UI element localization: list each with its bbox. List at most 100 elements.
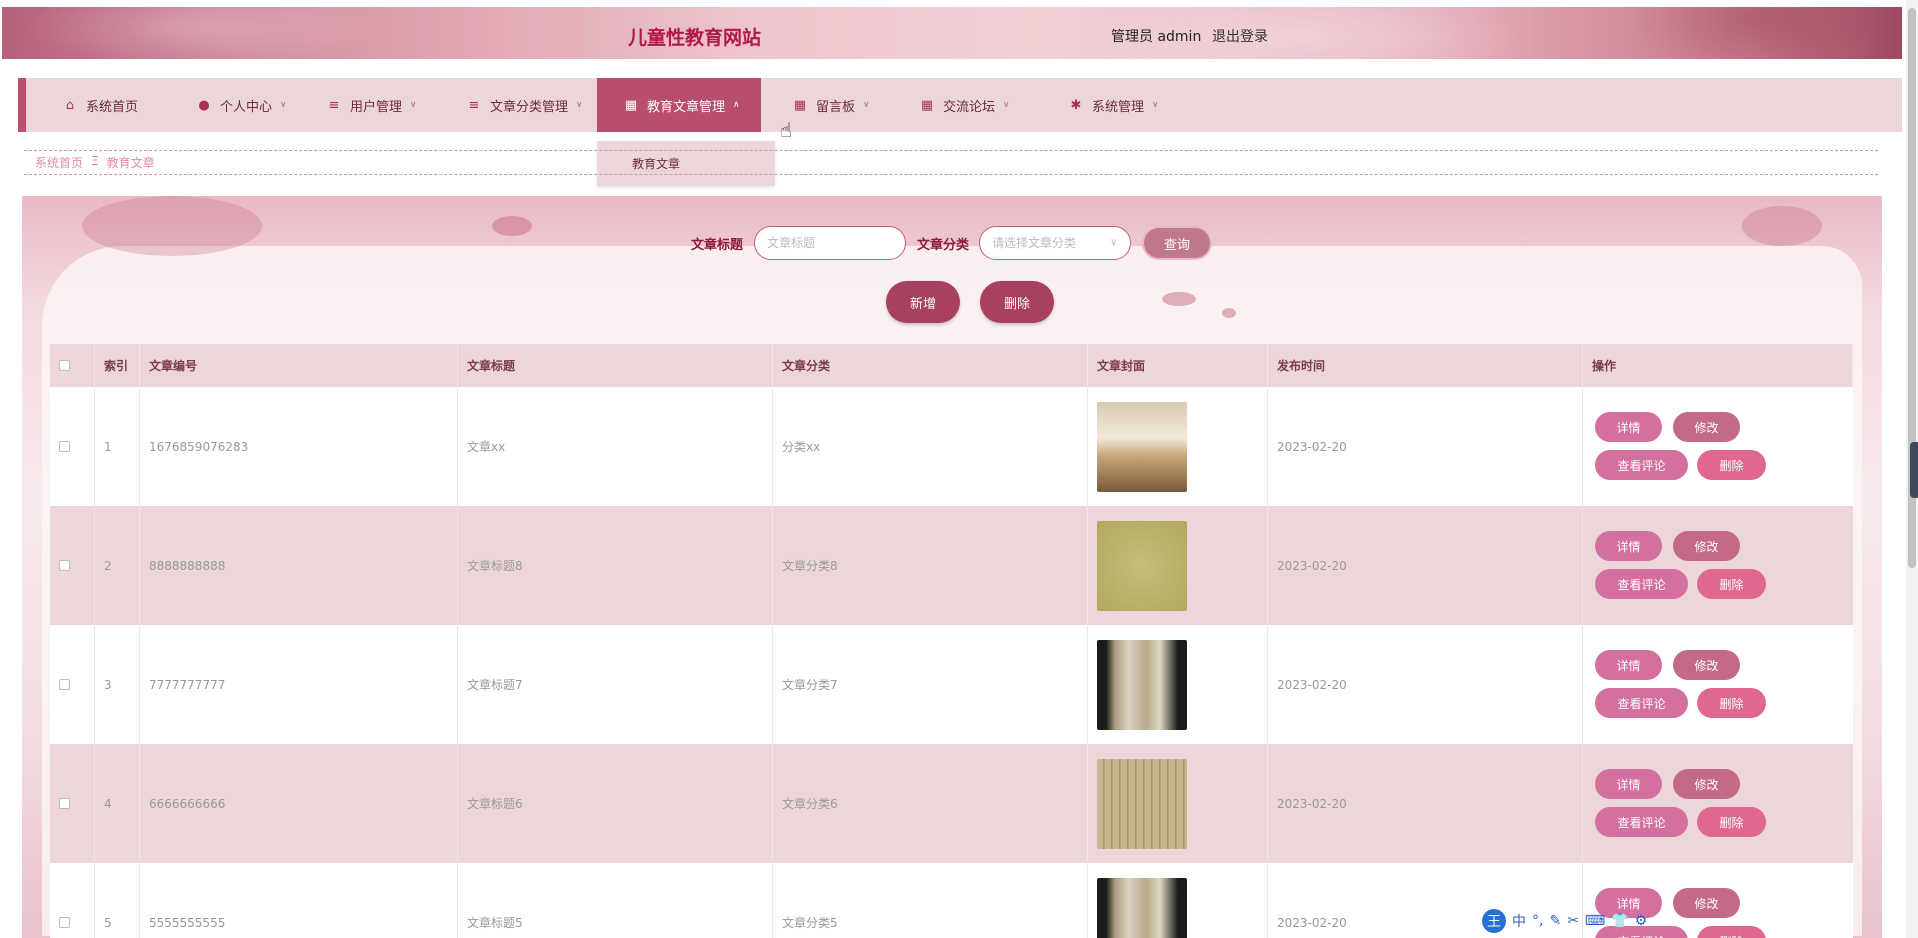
detail-button[interactable]: 详情: [1595, 650, 1662, 680]
grid-icon: ▦: [920, 97, 934, 113]
cell-date: 2023-02-20: [1268, 506, 1583, 625]
nav-item-message-board[interactable]: ▦ 留言板 ∨: [780, 78, 882, 132]
column-header-category: 文章分类: [773, 344, 1088, 387]
detail-button[interactable]: 详情: [1595, 412, 1662, 442]
scissors-icon[interactable]: ✂: [1567, 913, 1579, 929]
cell-category: 文章分类6: [773, 744, 1088, 863]
admin-user-label: 管理员 admin: [1111, 29, 1202, 45]
row-checkbox[interactable]: [59, 560, 70, 571]
batch-delete-button[interactable]: 删除: [980, 281, 1054, 323]
cell-category: 分类xx: [773, 387, 1088, 506]
delete-button[interactable]: 删除: [1697, 450, 1766, 480]
column-header-date: 发布时间: [1268, 344, 1583, 387]
detail-button[interactable]: 详情: [1595, 531, 1662, 561]
delete-button[interactable]: 删除: [1697, 688, 1766, 718]
nav-item-user-management[interactable]: ≡ 用户管理 ∨: [314, 78, 429, 132]
column-header-code: 文章编号: [140, 344, 458, 387]
nav-item-article-management[interactable]: ▦ 教育文章管理 ∧: [597, 78, 761, 132]
view-comments-button[interactable]: 查看评论: [1595, 688, 1688, 718]
view-comments-button[interactable]: 查看评论: [1595, 807, 1688, 837]
column-header-cover: 文章封面: [1088, 344, 1268, 387]
nav-item-home[interactable]: ⌂ 系统首页: [50, 78, 150, 132]
table-row: 1 1676859076283 文章xx 分类xx 2023-02-20 详情 修改 查看评论…: [50, 387, 1853, 506]
delete-button[interactable]: 删除: [1697, 569, 1766, 599]
edit-button[interactable]: 修改: [1673, 769, 1740, 799]
view-comments-button[interactable]: 查看评论: [1595, 569, 1688, 599]
edit-button[interactable]: 修改: [1673, 650, 1740, 680]
chevron-up-icon: ∧: [733, 100, 740, 110]
delete-button[interactable]: 删除: [1697, 926, 1766, 938]
column-header-index: 索引: [95, 344, 140, 387]
add-button[interactable]: 新增: [886, 281, 960, 323]
title-search-input[interactable]: [754, 226, 906, 260]
main-nav: ⌂ 系统首页 ● 个人中心 ∨ ≡ 用户管理 ∨ ≡ 文章分类管理 ∨ ▦ 教育…: [18, 78, 1902, 132]
breadcrumb-divider: [24, 150, 1878, 151]
category-select[interactable]: [979, 226, 1131, 260]
shirt-icon[interactable]: 👕: [1611, 913, 1628, 929]
cell-cover: [1088, 744, 1268, 863]
logout-link[interactable]: 退出登录: [1212, 26, 1268, 46]
row-checkbox[interactable]: [59, 441, 70, 452]
nav-item-forum[interactable]: ▦ 交流论坛 ∨: [907, 78, 1022, 132]
edit-button[interactable]: 修改: [1673, 531, 1740, 561]
article-cover-image: [1097, 401, 1187, 492]
row-checkbox[interactable]: [59, 798, 70, 809]
select-all-cell: [50, 344, 95, 387]
nav-item-category-management[interactable]: ≡ 文章分类管理 ∨: [454, 78, 595, 132]
cell-date: 2023-02-20: [1268, 387, 1583, 506]
header-banner: 儿童性教育网站 管理员 admin 退出登录: [2, 7, 1902, 59]
list-icon: ≡: [328, 97, 340, 113]
side-tab[interactable]: [1910, 442, 1918, 498]
user-icon: ●: [198, 97, 210, 113]
row-select-cell: [50, 744, 95, 863]
breadcrumb-home[interactable]: 系统首页: [35, 154, 83, 171]
chevron-down-icon: ∨: [576, 100, 583, 110]
dropdown-item-articles[interactable]: 教育文章: [597, 141, 775, 186]
detail-button[interactable]: 详情: [1595, 769, 1662, 799]
hand-cursor-icon: ☝: [780, 118, 793, 142]
query-button[interactable]: 查询: [1142, 226, 1212, 260]
ime-mode-toggle[interactable]: 中: [1512, 911, 1526, 931]
chevron-down-icon: ∨: [280, 100, 287, 110]
edit-button[interactable]: 修改: [1673, 412, 1740, 442]
cell-title: 文章标题5: [458, 863, 773, 938]
cell-code: 5555555555: [140, 863, 458, 938]
grid-icon: ▦: [793, 97, 807, 113]
row-select-cell: [50, 387, 95, 506]
breadcrumb: 系统首页 Ξ 教育文章: [35, 154, 155, 171]
punctuation-icon[interactable]: °,: [1532, 913, 1543, 929]
nav-item-label: 交流论坛: [943, 99, 996, 115]
cell-category: 文章分类5: [773, 863, 1088, 938]
ime-toolbar: 王 中 °, ✎ ✂ ⌨ 👕 ⚙: [1482, 908, 1647, 934]
cell-title: 文章标题7: [458, 625, 773, 744]
edit-button[interactable]: 修改: [1673, 888, 1740, 918]
list-icon: ≡: [468, 97, 480, 113]
cell-cover: [1088, 387, 1268, 506]
ime-logo-icon[interactable]: 王: [1482, 909, 1506, 933]
select-all-checkbox[interactable]: [59, 360, 70, 371]
row-actions: 详情修改查看评论删除: [1595, 625, 1835, 744]
nav-item-system-management[interactable]: ✱ 系统管理 ∨: [1056, 78, 1171, 132]
keyboard-icon[interactable]: ⌨: [1585, 913, 1605, 929]
chevron-down-icon: ∨: [1152, 100, 1159, 110]
cell-cover: [1088, 506, 1268, 625]
article-cover-image: [1097, 877, 1187, 938]
nav-item-personal-center[interactable]: ● 个人中心 ∨: [184, 78, 299, 132]
row-checkbox[interactable]: [59, 917, 70, 928]
cell-index: 2: [95, 506, 140, 625]
nav-item-label: 留言板: [816, 99, 856, 115]
decor-splat: [492, 216, 532, 236]
chevron-down-icon: ∨: [1110, 237, 1118, 248]
nav-item-label: 用户管理: [350, 99, 403, 115]
delete-button[interactable]: 删除: [1697, 807, 1766, 837]
breadcrumb-separator: Ξ: [91, 154, 99, 168]
table-header: 索引 文章编号 文章标题 文章分类 文章封面 发布时间 操作: [50, 344, 1853, 387]
row-actions: 详情修改查看评论删除: [1595, 506, 1835, 625]
pen-icon[interactable]: ✎: [1549, 913, 1561, 929]
cell-code: 1676859076283: [140, 387, 458, 506]
row-checkbox[interactable]: [59, 679, 70, 690]
article-cover-image: [1097, 758, 1187, 849]
cell-index: 1: [95, 387, 140, 506]
gear-icon[interactable]: ⚙: [1635, 913, 1648, 929]
view-comments-button[interactable]: 查看评论: [1595, 450, 1688, 480]
